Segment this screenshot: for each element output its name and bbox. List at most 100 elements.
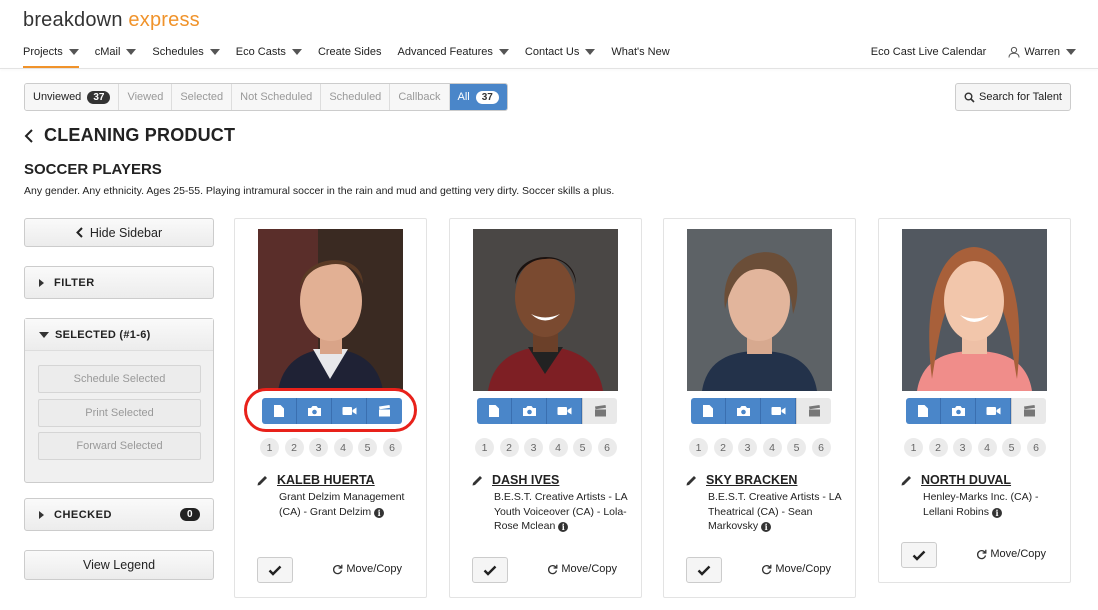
photos-button[interactable] [941,398,976,424]
checked-toggle[interactable]: CHECKED 0 [24,498,214,531]
check-button[interactable] [257,557,293,583]
clapperboard-icon [808,405,820,417]
slot-number[interactable]: 5 [573,438,592,457]
tab-selected[interactable]: Selected [172,84,233,110]
pencil-icon[interactable] [256,474,269,487]
photos-button[interactable] [297,398,332,424]
check-button[interactable] [901,542,937,568]
move-copy-button[interactable]: Move/Copy [976,548,1046,560]
chevron-left-icon[interactable] [24,128,34,144]
tab-unviewed[interactable]: Unviewed 37 [25,84,120,110]
talent-name-link[interactable]: DASH IVES [492,473,559,487]
selected-panel-toggle[interactable]: SELECTED (#1-6) [25,319,213,351]
slot-number[interactable]: 4 [333,438,353,457]
resume-button[interactable] [691,398,726,424]
headshot-photo[interactable] [687,229,832,391]
media-toolbar [691,398,831,424]
filter-toggle[interactable]: FILTER [24,266,214,299]
info-icon[interactable]: i [991,507,1002,518]
info-icon[interactable]: i [558,522,569,532]
user-icon [1008,46,1020,58]
video-button[interactable] [547,398,582,424]
search-talent-button[interactable]: Search for Talent [955,83,1071,111]
slot-number[interactable]: 1 [689,438,708,457]
photos-button[interactable] [726,398,761,424]
count-badge: 37 [87,90,111,104]
slot-number[interactable]: 6 [811,438,831,457]
photos-button[interactable] [512,398,547,424]
headshot-photo[interactable] [902,229,1047,391]
video-button[interactable] [976,398,1011,424]
agency-text: Henley-Marks Inc. (CA) - Lellani Robins [923,491,1039,518]
slot-number[interactable]: 1 [475,438,494,457]
tab-not-scheduled[interactable]: Not Scheduled [232,84,322,110]
forward-selected-button[interactable]: Forward Selected [38,432,201,460]
schedule-selected-button[interactable]: Schedule Selected [38,365,201,393]
check-button[interactable] [686,557,722,583]
video-button[interactable] [332,398,367,424]
talent-header: NORTH DUVAL [900,473,1011,487]
reel-button-disabled[interactable] [582,398,617,424]
nav-eco-casts[interactable]: Eco Casts [236,44,302,60]
pencil-icon[interactable] [900,474,913,487]
slot-number[interactable]: 2 [713,438,733,457]
reel-button[interactable] [367,398,402,424]
nav-create-sides[interactable]: Create Sides [318,44,382,60]
hide-sidebar-button[interactable]: Hide Sidebar [24,218,214,247]
resume-button[interactable] [262,398,297,424]
slot-number[interactable]: 1 [260,438,279,457]
nav-projects[interactable]: Projects [23,44,79,68]
user-name: Warren [1024,46,1060,58]
slot-number[interactable]: 5 [787,438,806,457]
info-icon[interactable]: i [374,507,385,518]
slot-number[interactable]: 2 [928,438,948,457]
slot-number[interactable]: 5 [358,438,377,457]
slot-number[interactable]: 4 [762,438,782,457]
nav-whats-new[interactable]: What's New [611,44,669,60]
slot-number[interactable]: 6 [1026,438,1046,457]
resume-button[interactable] [906,398,941,424]
move-copy-button[interactable]: Move/Copy [332,563,402,575]
slot-number[interactable]: 3 [309,438,328,457]
resume-button[interactable] [477,398,512,424]
user-menu[interactable]: Warren [1008,44,1076,60]
headshot-photo[interactable] [473,229,618,391]
talent-name-link[interactable]: NORTH DUVAL [921,473,1011,487]
talent-name-link[interactable]: SKY BRACKEN [706,473,797,487]
logo[interactable]: breakdown express [23,9,200,32]
slot-number[interactable]: 3 [953,438,972,457]
project-title: CLEANING PRODUCT [44,125,236,145]
move-copy-button[interactable]: Move/Copy [761,563,831,575]
tab-all[interactable]: All 37 [449,84,507,110]
move-copy-button[interactable]: Move/Copy [547,563,617,575]
slot-number[interactable]: 1 [904,438,923,457]
check-button[interactable] [472,557,508,583]
nav-contact-us[interactable]: Contact Us [525,44,596,60]
slot-number[interactable]: 6 [597,438,617,457]
info-icon[interactable]: i [761,522,772,532]
pencil-icon[interactable] [685,474,698,487]
slot-number[interactable]: 2 [284,438,304,457]
reel-button-disabled[interactable] [1011,398,1046,424]
nav-schedules[interactable]: Schedules [152,44,220,60]
slot-number[interactable]: 4 [548,438,568,457]
slot-number[interactable]: 3 [524,438,543,457]
reel-button-disabled[interactable] [796,398,831,424]
talent-name-link[interactable]: KALEB HUERTA [277,473,375,487]
print-selected-button[interactable]: Print Selected [38,399,201,427]
tab-viewed[interactable]: Viewed [119,84,173,110]
nav-cmail[interactable]: cMail [95,44,137,60]
nav-eco-cast-calendar[interactable]: Eco Cast Live Calendar [871,44,987,60]
slot-number[interactable]: 4 [977,438,997,457]
pencil-icon[interactable] [471,474,484,487]
headshot-photo[interactable] [258,229,403,391]
tab-callback[interactable]: Callback [390,84,450,110]
slot-number[interactable]: 5 [1002,438,1021,457]
tab-scheduled[interactable]: Scheduled [321,84,391,110]
slot-number[interactable]: 3 [738,438,757,457]
nav-advanced-features[interactable]: Advanced Features [398,44,509,60]
slot-number[interactable]: 6 [382,438,402,457]
slot-number[interactable]: 2 [499,438,519,457]
view-legend-button[interactable]: View Legend [24,550,214,580]
video-button[interactable] [761,398,796,424]
